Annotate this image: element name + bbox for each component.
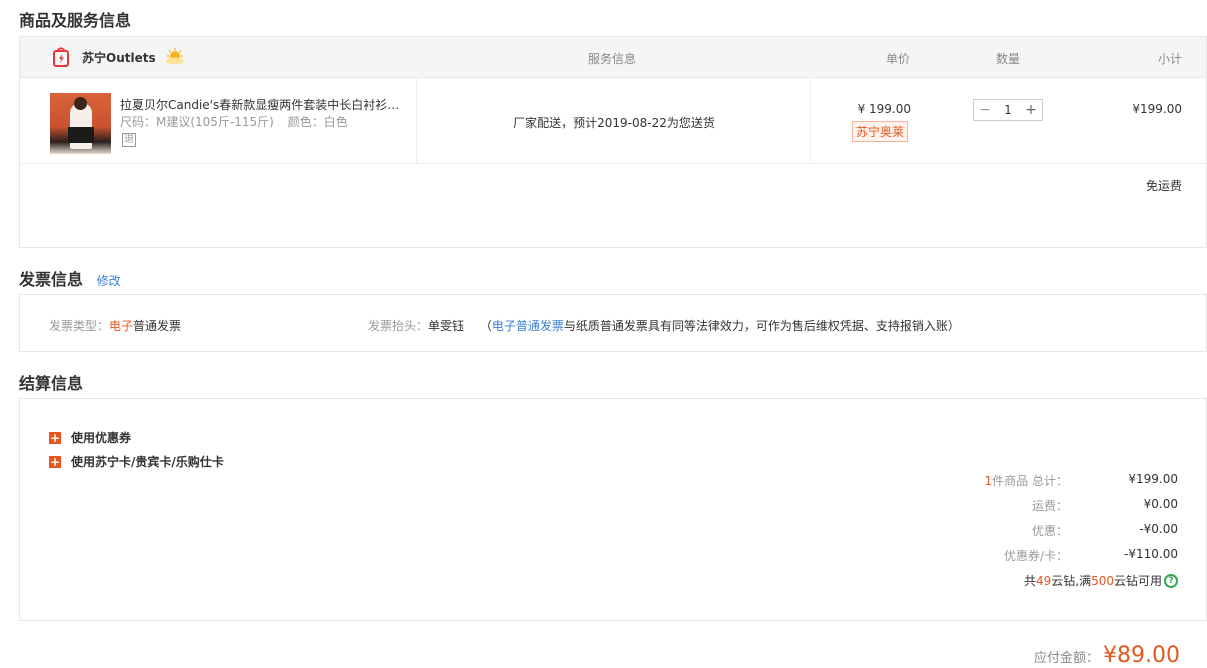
use-coupon-toggle[interactable]: + 使用优惠券 xyxy=(49,429,131,446)
summary-total: 1件商品 总计： ¥199.00 xyxy=(878,472,1178,489)
sun-cloud-icon xyxy=(165,48,184,65)
settle-section-title: 结算信息 xyxy=(19,374,84,393)
coin-threshold: 500 xyxy=(1091,573,1114,588)
invoice-note-text: 与纸质普通发票具有同等法律效力，可作为售后维权凭据、支持报销入账） xyxy=(563,319,960,333)
settlement-panel: + 使用优惠券 + 使用苏宁卡/贵宾卡/乐购仕卡 1件商品 总计： ¥199.0… xyxy=(19,398,1207,621)
invoice-header-value: 单雯钰 xyxy=(428,319,465,333)
invoice-section-title: 发票信息 修改 xyxy=(19,266,121,290)
header-price: 单价 xyxy=(886,52,911,66)
shipping-info: 免运费 xyxy=(1145,179,1182,193)
e-invoice-link[interactable]: 电子普通发票 xyxy=(492,319,564,333)
payable-label: 应付金额： xyxy=(1034,651,1100,666)
invoice-header-label: 发票抬头： xyxy=(368,319,429,333)
discount-label: 优惠： xyxy=(1031,524,1068,538)
coupon-label: 优惠券/卡： xyxy=(1003,549,1068,563)
summary-shipping: 运费： ¥0.00 xyxy=(878,497,1178,514)
total-label: 件商品 总计： xyxy=(992,474,1068,488)
invoice-note-open: （ xyxy=(479,319,492,333)
summary-discount: 优惠： -¥0.00 xyxy=(878,522,1178,539)
shop-link[interactable]: 苏宁Outlets xyxy=(52,47,186,67)
invoice-type: 发票类型：电子普通发票 xyxy=(49,317,181,334)
total-value: ¥199.00 xyxy=(1128,472,1178,486)
column-divider xyxy=(810,78,811,163)
shipping-label: 运费： xyxy=(1031,499,1068,513)
quantity-value[interactable]: 1 xyxy=(1004,103,1012,117)
product-table-header: 苏宁Outlets 服务信息 单价 数量 小计 xyxy=(20,37,1206,78)
product-row: 拉夏贝尔Candie's春新款显瘦两件套装中长白衬衫… 尺码：M建议(105斤-… xyxy=(20,78,1206,164)
coin-text: 共 xyxy=(1023,574,1036,588)
unit-price: ¥ 199.00 xyxy=(857,102,911,116)
product-size: 尺码：M建议(105斤-115斤) xyxy=(120,115,274,129)
discount-value: -¥0.00 xyxy=(1139,522,1178,536)
invoice-title: 发票信息 xyxy=(19,270,84,289)
quantity-stepper: − 1 + xyxy=(973,99,1043,121)
header-quantity: 数量 xyxy=(996,52,1021,66)
delivery-service: 厂家配送，预计2019-08-22为您送货 xyxy=(513,116,715,130)
coupon-value: -¥110.00 xyxy=(1124,547,1178,561)
product-name-link[interactable]: 拉夏贝尔Candie's春新款显瘦两件套装中长白衬衫… xyxy=(120,96,400,113)
header-subtotal: 小计 xyxy=(1157,52,1182,66)
shipping-value: ¥0.00 xyxy=(1143,497,1178,511)
invoice-type-prefix: 电子 xyxy=(109,319,134,333)
use-card-label: 使用苏宁卡/贵宾卡/乐购仕卡 xyxy=(71,455,224,469)
use-coupon-label: 使用优惠券 xyxy=(71,431,132,445)
invoice-type-label: 发票类型： xyxy=(49,319,110,333)
product-panel: 苏宁Outlets 服务信息 单价 数量 小计 拉夏贝尔Candie's春新款显… xyxy=(19,36,1207,248)
expand-plus-icon: + xyxy=(49,454,61,469)
item-subtotal: ¥199.00 xyxy=(1132,102,1182,116)
product-image[interactable] xyxy=(50,93,111,154)
shop-name: 苏宁Outlets xyxy=(82,50,156,65)
suning-bag-icon xyxy=(53,47,69,67)
payable-amount: 应付金额： ¥89.00 xyxy=(1034,643,1180,668)
product-spec: 尺码：M建议(105斤-115斤) 颜色：白色 xyxy=(120,113,358,130)
expand-plus-icon: + xyxy=(49,430,61,445)
coin-text: 云钻,满 xyxy=(1051,574,1092,588)
coin-text: 云钻可用 xyxy=(1113,574,1162,588)
help-icon[interactable]: ? xyxy=(1164,573,1178,588)
payable-value: ¥89.00 xyxy=(1103,643,1180,668)
cloud-diamond-info: 共 49 云钻,满 500 云钻可用 ? xyxy=(1024,572,1178,589)
goods-section-title: 商品及服务信息 xyxy=(19,11,132,30)
summary-coupon: 优惠券/卡： -¥110.00 xyxy=(878,547,1178,564)
invoice-header: 发票抬头：单雯钰 （电子普通发票与纸质普通发票具有同等法律效力，可作为售后维权凭… xyxy=(368,317,960,334)
invoice-type-value: 普通发票 xyxy=(133,319,182,333)
use-card-toggle[interactable]: + 使用苏宁卡/贵宾卡/乐购仕卡 xyxy=(49,453,224,470)
invoice-edit-link[interactable]: 修改 xyxy=(97,274,121,288)
invoice-note: （电子普通发票与纸质普通发票具有同等法律效力，可作为售后维权凭据、支持报销入账） xyxy=(480,319,960,333)
return-badge-icon: 退 xyxy=(122,133,136,147)
invoice-panel: 发票类型：电子普通发票 发票抬头：单雯钰 （电子普通发票与纸质普通发票具有同等法… xyxy=(19,294,1207,352)
quantity-minus-button[interactable]: − xyxy=(978,103,992,117)
product-color: 颜色：白色 xyxy=(287,115,348,129)
coin-count: 49 xyxy=(1035,573,1052,588)
quantity-plus-button[interactable]: + xyxy=(1024,103,1038,117)
header-service: 服务信息 xyxy=(588,52,637,66)
price-tag-badge: 苏宁奥莱 xyxy=(852,121,909,142)
